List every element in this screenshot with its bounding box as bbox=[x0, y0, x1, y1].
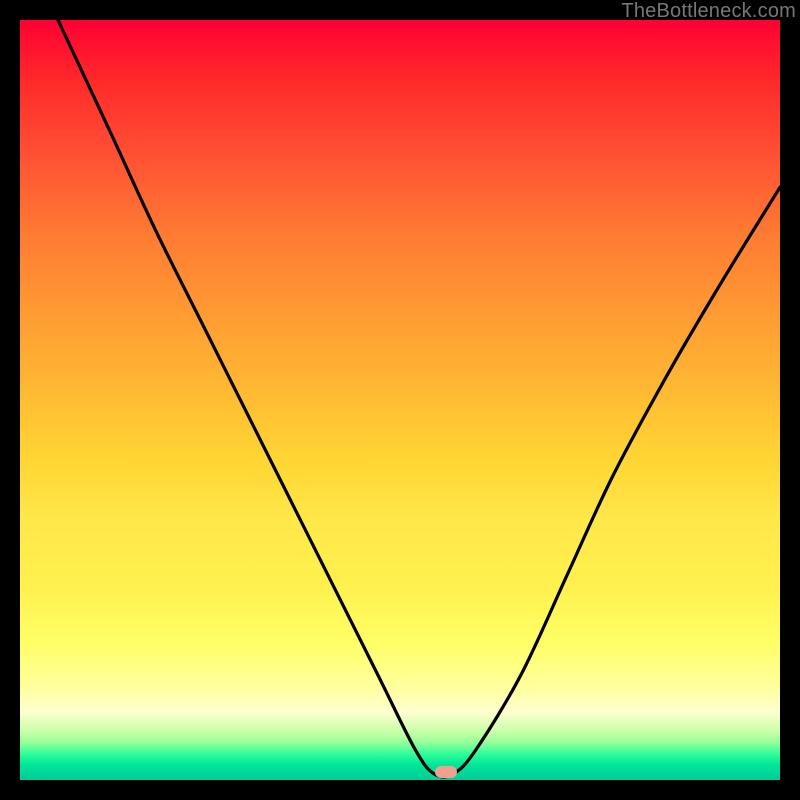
bottleneck-chart: TheBottleneck.com bbox=[0, 0, 800, 800]
optimal-point-marker bbox=[435, 766, 457, 778]
bottleneck-curve-path bbox=[58, 20, 780, 777]
curve-svg bbox=[20, 20, 780, 780]
watermark-text: TheBottleneck.com bbox=[621, 0, 796, 23]
